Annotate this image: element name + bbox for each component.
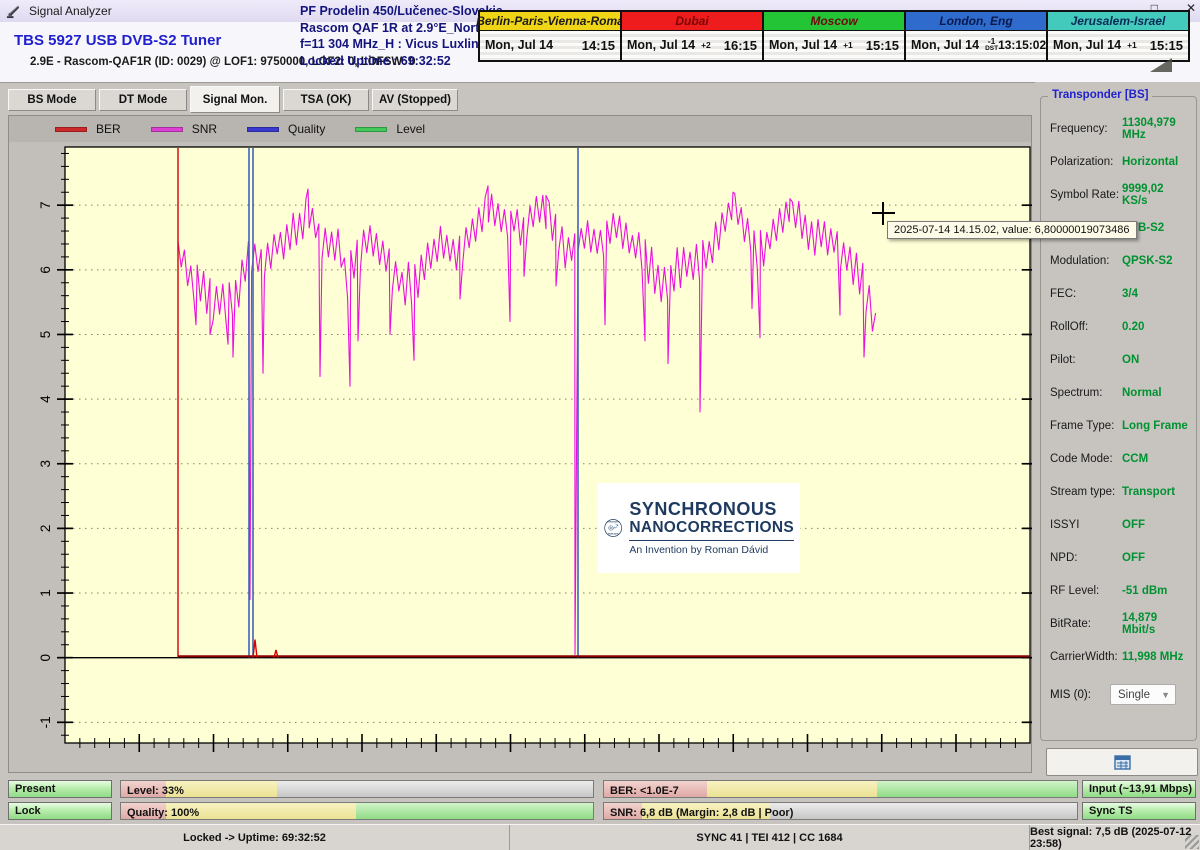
status-uptime: Locked -> Uptime: 69:32:52: [0, 825, 510, 850]
svg-text:7: 7: [38, 201, 53, 209]
status-bar: Locked -> Uptime: 69:32:52 SYNC 41 | TEI…: [0, 824, 1200, 850]
ber-progress-bar: BER: <1.0E-7: [603, 780, 1078, 798]
field-pilot: Pilot:ON: [1050, 343, 1190, 376]
transponder-fields: Frequency:11304,979 MHz Polarization:Hor…: [1050, 112, 1190, 673]
field-issyi: ISSYIOFF: [1050, 508, 1190, 541]
clock-city-label: Jerusalem-Israel: [1071, 14, 1166, 28]
tab-dt-mode[interactable]: DT Mode: [99, 89, 187, 111]
site-info-line: Rascom QAF 1R at 2.9°E_North: [300, 20, 485, 37]
clock-utc-offset: +1: [843, 42, 853, 49]
site-info-block: PF Prodelin 450/Lučenec-Slovakia Rascom …: [300, 3, 485, 69]
field-code-mode: Code Mode:CCM: [1050, 442, 1190, 475]
mis-label: MIS (0):: [1050, 689, 1110, 701]
clock-utc-offset: +2: [701, 42, 711, 49]
status-best-signal: Best signal: 7,5 dB (2025-07-12 23:58): [1030, 825, 1200, 850]
field-polarization: Polarization:Horizontal: [1050, 145, 1190, 178]
tab-bs-mode[interactable]: BS Mode: [8, 89, 96, 111]
clock-city-label: London, Eng: [939, 14, 1012, 28]
clock-time: 15:15: [866, 38, 899, 53]
sync-ts-badge: Sync TS: [1082, 802, 1196, 820]
signal-row-2: Lock Quality: 100% SNR: 6,8 dB (Margin: …: [0, 802, 1200, 820]
mis-dropdown[interactable]: Single ▼: [1110, 684, 1176, 705]
device-title: TBS 5927 USB DVB-S2 Tuner: [14, 32, 221, 49]
clock-london: London, Eng Mon, Jul 14 -1DST 13:15:02: [904, 10, 1048, 62]
clock-city-label: Moscow: [810, 14, 857, 28]
svg-text:3: 3: [38, 460, 53, 468]
clock-date: Mon, Jul 14: [627, 38, 695, 52]
clock-date: Mon, Jul 14: [485, 38, 553, 52]
clock-city-label: Dubai: [675, 14, 708, 28]
brand-badge-icon: AN INVENTION BY ROMAN DÁVID: [604, 490, 622, 566]
input-bitrate-badge: Input (~13,91 Mbps): [1082, 780, 1196, 798]
snr-progress-bar: SNR: 6,8 dB (Margin: 2,8 dB | Poor): [603, 802, 1078, 820]
site-info-line: Locked Uptime : 69:32:52: [300, 53, 485, 70]
clock-berlin: Berlin-Paris-Vienna-Roma Mon, Jul 14 14:…: [478, 10, 622, 62]
field-frequency: Frequency:11304,979 MHz: [1050, 112, 1190, 145]
present-badge: Present: [8, 780, 112, 798]
clock-utc-offset: +1: [1127, 42, 1137, 49]
site-info-line: f=11 304 MHz_H : Vicus Luxlink: [300, 36, 485, 53]
clock-time: 14:15: [582, 38, 615, 53]
tab-av[interactable]: AV (Stopped): [372, 89, 458, 111]
field-bitrate: BitRate:14,879 Mbit/s: [1050, 607, 1190, 640]
clock-jerusalem: Jerusalem-Israel Mon, Jul 14 +1 15:15: [1046, 10, 1190, 62]
field-spectrum: Spectrum:Normal: [1050, 376, 1190, 409]
field-npd: NPD:OFF: [1050, 541, 1190, 574]
field-fec: FEC:3/4: [1050, 277, 1190, 310]
clock-dst-flag: DST: [985, 45, 998, 52]
brand-name-line1: SYNCHRONOUS: [629, 500, 794, 519]
transponder-title: Transponder [BS]: [1048, 89, 1152, 101]
field-symbol-rate: Symbol Rate:9999,02 KS/s: [1050, 178, 1190, 211]
field-carrier-width: CarrierWidth:11,998 MHz: [1050, 640, 1190, 673]
mis-row: MIS (0): Single ▼: [1050, 684, 1190, 705]
clock-moscow: Moscow Mon, Jul 14 +1 15:15: [762, 10, 906, 62]
svg-text:0: 0: [38, 654, 53, 662]
mis-selected-value: Single: [1118, 689, 1150, 701]
clock-time: 15:15: [1150, 38, 1183, 53]
clock-utc-offset: -1: [988, 38, 996, 45]
clock-city-label: Berlin-Paris-Vienna-Roma: [476, 14, 624, 28]
field-stream-type: Stream type:Transport: [1050, 475, 1190, 508]
svg-text:-1: -1: [38, 716, 53, 728]
svg-text:6: 6: [38, 266, 53, 274]
status-sync-counters: SYNC 41 | TEI 412 | CC 1684: [510, 825, 1030, 850]
mode-tab-strip: BS Mode DT Mode Signal Mon. TSA (OK) AV …: [0, 82, 1035, 116]
brand-name-line2: NANOCORRECTIONS: [629, 519, 794, 536]
field-frame-type: Frame Type:Long Frame: [1050, 409, 1190, 442]
quality-progress-bar: Quality: 100%: [120, 802, 594, 820]
field-rf-level: RF Level:-51 dBm: [1050, 574, 1190, 607]
svg-text:5: 5: [38, 331, 53, 339]
logo-divider: [629, 540, 794, 542]
svg-text:1: 1: [38, 589, 53, 597]
calculator-button[interactable]: [1046, 748, 1198, 776]
clock-date: Mon, Jul 14: [911, 38, 979, 52]
clock-date: Mon, Jul 14: [769, 38, 837, 52]
svg-text:4: 4: [38, 395, 53, 403]
site-info-line: PF Prodelin 450/Lučenec-Slovakia: [300, 3, 485, 20]
signal-analyzer-window: Signal Analyzer □ ✕ TBS 5927 USB DVB-S2 …: [0, 0, 1200, 850]
window-resize-grip[interactable]: [1185, 835, 1199, 849]
signal-row-1: Present Level: 33% BER: <1.0E-7 Input (~…: [0, 780, 1200, 798]
field-modulation: Modulation:QPSK-S2: [1050, 244, 1190, 277]
crosshair-cursor-icon: [882, 202, 884, 225]
chevron-down-icon: ▼: [1161, 690, 1170, 700]
lock-badge: Lock: [8, 802, 112, 820]
clock-corner-grip-icon: [1150, 58, 1172, 72]
world-clocks: Berlin-Paris-Vienna-Roma Mon, Jul 14 14:…: [478, 10, 1198, 62]
level-progress-bar: Level: 33%: [120, 780, 594, 798]
clock-time: 13:15:02: [998, 38, 1046, 52]
brand-tagline: An Invention by Roman Dávid: [629, 544, 794, 556]
chart-value-tooltip: 2025-07-14 14.15.02, value: 6,8000001907…: [887, 221, 1137, 239]
app-icon: [6, 4, 21, 19]
clock-date: Mon, Jul 14: [1053, 38, 1121, 52]
svg-text:2: 2: [38, 525, 53, 533]
tab-signal-mon[interactable]: Signal Mon.: [190, 86, 280, 113]
tab-tsa[interactable]: TSA (OK): [283, 89, 369, 111]
brand-logo: AN INVENTION BY ROMAN DÁVID SYNCHRONOUS …: [598, 483, 800, 573]
clock-dubai: Dubai Mon, Jul 14 +2 16:15: [620, 10, 764, 62]
field-rolloff: RollOff:0.20: [1050, 310, 1190, 343]
window-title: Signal Analyzer: [29, 4, 112, 18]
calculator-icon: [1114, 755, 1131, 770]
clock-time: 16:15: [724, 38, 757, 53]
